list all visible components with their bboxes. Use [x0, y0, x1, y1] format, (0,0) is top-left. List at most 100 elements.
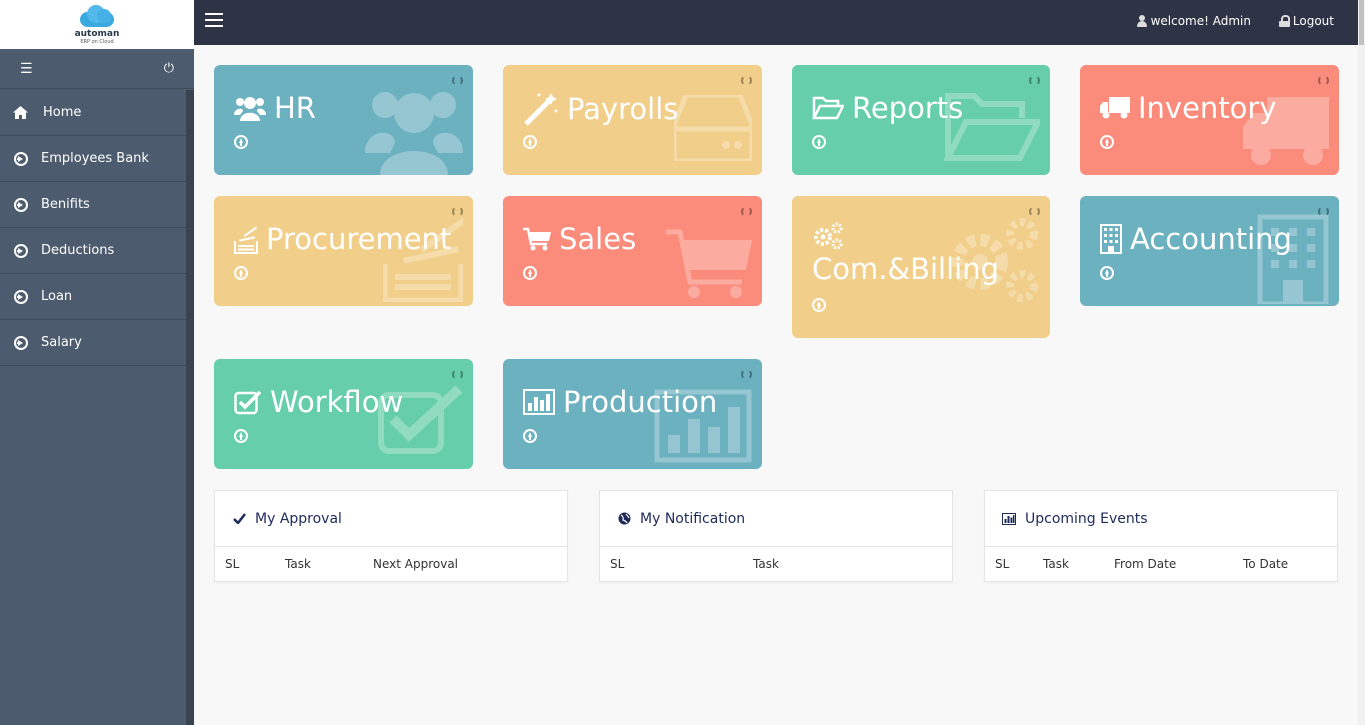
refresh-icon[interactable] [1029, 75, 1040, 86]
power-icon[interactable]: ⏻ [164, 61, 174, 76]
circle-arrow-right-icon [13, 335, 28, 350]
tile-sales-label: Sales [559, 222, 637, 256]
refresh-icon[interactable] [741, 75, 752, 86]
tile-reports-label: Reports [852, 91, 964, 125]
logo[interactable]: automan ERP on Cloud [0, 0, 194, 49]
user-menu-link[interactable]: welcome! Admin [1136, 14, 1251, 28]
logo-name: automan [74, 29, 120, 39]
table-header: SL Task [600, 547, 952, 582]
tile-payrolls-label: Payrolls [567, 92, 679, 126]
tile-workflow[interactable]: Workflow [214, 359, 473, 469]
circle-arrow-up-icon[interactable] [1100, 266, 1114, 280]
circle-arrow-right-icon [13, 289, 28, 304]
tile-hr[interactable]: HR [214, 65, 473, 175]
sidebar-item-loan[interactable]: Loan [0, 274, 186, 320]
folder-open-icon [812, 96, 844, 120]
check-square-icon [234, 389, 262, 415]
circle-arrow-up-icon[interactable] [234, 266, 248, 280]
sidebar-collapse-icon[interactable]: ☰ [20, 61, 33, 77]
bar-chart-icon [1001, 512, 1017, 525]
sidebar-toolbar: ☰ ⏻ [0, 49, 194, 89]
stack-icon [234, 224, 258, 254]
globe-icon [616, 512, 632, 525]
circle-arrow-up-icon[interactable] [234, 135, 248, 149]
upcoming-events-panel: Upcoming Events SL Task From Date To Dat… [984, 490, 1338, 582]
tile-production[interactable]: Production [503, 359, 762, 469]
sidebar-item-label: Employees Bank [41, 151, 149, 166]
column-header: To Date [1243, 557, 1289, 571]
refresh-icon[interactable] [1318, 206, 1329, 217]
users-background-icon [365, 92, 463, 175]
refresh-icon[interactable] [741, 369, 752, 380]
page-scrollbar[interactable] [1358, 0, 1365, 725]
sidebar-item-label: Loan [41, 289, 73, 304]
tile-inventory[interactable]: Inventory [1080, 65, 1339, 175]
panel-header: Upcoming Events [985, 491, 1337, 547]
sidebar-item-deductions[interactable]: Deductions [0, 228, 186, 274]
refresh-icon[interactable] [1318, 75, 1329, 86]
sidebar-item-label: Salary [41, 335, 82, 350]
my-notification-panel: My Notification SL Task [599, 490, 953, 582]
building-icon [1100, 224, 1122, 254]
top-navbar: welcome! Admin Logout [194, 0, 1365, 45]
cloud-logo-icon [78, 4, 116, 28]
refresh-icon[interactable] [452, 369, 463, 380]
column-header: From Date [1114, 557, 1177, 571]
shopping-cart-background-icon [666, 229, 752, 298]
column-header: SL [610, 557, 625, 571]
circle-arrow-up-icon[interactable] [812, 135, 826, 149]
circle-arrow-up-icon[interactable] [523, 266, 537, 280]
sidebar-item-label: Home [43, 105, 82, 120]
tile-procurement-label: Procurement [266, 222, 452, 256]
tile-label: Com.&Billing [812, 222, 999, 286]
hdd-background-icon [674, 95, 752, 161]
sidebar-item-employees-bank[interactable]: Employees Bank [0, 136, 186, 182]
sidebar: automan ERP on Cloud ☰ ⏻ Home Employees … [0, 0, 194, 725]
tile-label: HR [234, 91, 316, 125]
panel-header: My Approval [215, 491, 567, 547]
tile-com-billing[interactable]: Com.&Billing [792, 196, 1050, 338]
tile-payrolls[interactable]: Payrolls [503, 65, 762, 175]
panel-title: My Approval [255, 510, 342, 527]
circle-arrow-up-icon[interactable] [523, 429, 537, 443]
tile-production-label: Production [563, 385, 718, 419]
sidebar-item-home[interactable]: Home [0, 90, 186, 136]
user-icon [1136, 15, 1148, 27]
circle-arrow-up-icon[interactable] [523, 135, 537, 149]
logout-text: Logout [1292, 14, 1334, 28]
menu-toggle-button[interactable] [205, 13, 223, 29]
tile-accounting[interactable]: Accounting [1080, 196, 1339, 306]
logout-link[interactable]: Logout [1278, 14, 1334, 28]
tile-workflow-label: Workflow [270, 385, 404, 419]
users-icon [234, 95, 266, 121]
refresh-icon[interactable] [452, 75, 463, 86]
bar-chart-icon [523, 389, 555, 415]
column-header: Task [753, 557, 779, 571]
my-approval-panel: My Approval SL Task Next Approval [214, 490, 568, 582]
sidebar-item-salary[interactable]: Salary [0, 320, 186, 366]
tile-procurement[interactable]: Procurement [214, 196, 473, 306]
circle-arrow-up-icon[interactable] [812, 298, 826, 312]
shopping-cart-icon [523, 227, 551, 251]
circle-arrow-up-icon[interactable] [1100, 135, 1114, 149]
table-header: SL Task From Date To Date [985, 547, 1337, 582]
sidebar-item-benifits[interactable]: Benifits [0, 182, 186, 228]
tile-label: Payrolls [523, 91, 678, 127]
circle-arrow-up-icon[interactable] [234, 429, 248, 443]
column-header: SL [225, 557, 240, 571]
column-header: Next Approval [373, 557, 459, 571]
tile-reports[interactable]: Reports [792, 65, 1050, 175]
magic-wand-icon [523, 91, 559, 127]
circle-arrow-right-icon [13, 197, 28, 212]
sidebar-menu: Home Employees Bank Benifits Deductions … [0, 90, 186, 366]
sidebar-scrollbar[interactable] [186, 90, 194, 725]
column-header: SL [995, 557, 1010, 571]
refresh-icon[interactable] [741, 206, 752, 217]
check-icon [231, 513, 247, 524]
refresh-icon[interactable] [452, 206, 463, 217]
refresh-icon[interactable] [1029, 206, 1040, 217]
circle-arrow-right-icon [13, 243, 28, 258]
sidebar-item-label: Deductions [41, 243, 115, 258]
tile-sales[interactable]: Sales [503, 196, 762, 306]
tile-label: Procurement [234, 222, 451, 256]
